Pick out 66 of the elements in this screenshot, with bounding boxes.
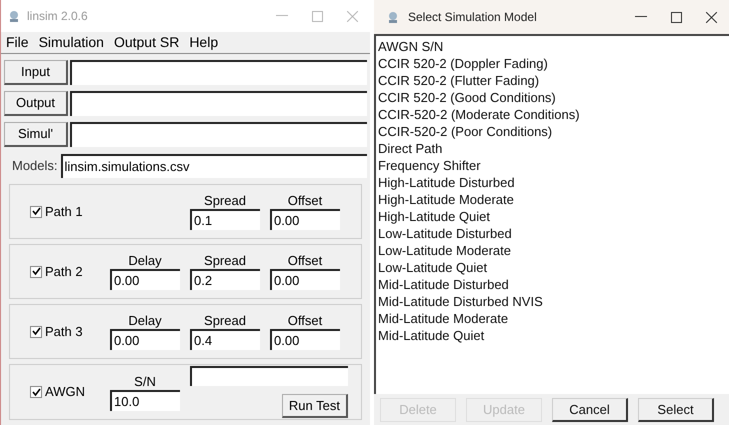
file-button[interactable]: Simul' [4, 122, 68, 147]
number-field[interactable]: 0.00 [270, 269, 340, 290]
window-title: Select Simulation Model [408, 9, 537, 26]
list-item[interactable]: High-Latitude Moderate [378, 191, 727, 208]
field-label: Offset [288, 313, 322, 329]
models-field[interactable]: linsim.simulations.csv [60, 154, 367, 178]
number-field[interactable]: 0.00 [110, 329, 180, 350]
number-field[interactable]: 0.1 [190, 209, 260, 230]
path-label: Path 3 [45, 322, 83, 341]
list-item[interactable]: CCIR-520-2 (Moderate Conditions) [378, 106, 727, 123]
list-item[interactable]: Mid-Latitude Quiet [378, 327, 727, 344]
field-label: Delay [128, 313, 162, 329]
list-item[interactable]: Mid-Latitude Disturbed [378, 276, 727, 293]
awgn-label: AWGN [45, 383, 85, 402]
number-field[interactable]: 10.0 [110, 390, 180, 410]
path-field[interactable] [70, 91, 367, 116]
menu-item[interactable]: File [6, 32, 29, 53]
close-icon[interactable] [706, 12, 717, 22]
field-label: Offset [288, 193, 322, 209]
dialog-button[interactable]: Cancel [552, 398, 628, 422]
number-field[interactable]: 0.4 [190, 329, 260, 350]
menu-item[interactable]: Simulation [38, 32, 104, 53]
maximize-icon[interactable] [671, 12, 682, 22]
list-item[interactable]: High-Latitude Disturbed [378, 174, 727, 191]
list-item[interactable]: Mid-Latitude Disturbed NVIS [378, 293, 727, 310]
dialog-button[interactable]: Select [638, 398, 714, 422]
field-label: Spread [204, 253, 246, 269]
path-field[interactable] [70, 60, 367, 85]
menu-item[interactable]: Help [189, 32, 218, 53]
path-field[interactable] [70, 122, 367, 147]
field-label: Offset [288, 253, 322, 269]
number-field[interactable]: 0.00 [270, 329, 340, 350]
window-title: linsim 2.0.6 [27, 8, 88, 25]
path-label: Path 1 [45, 202, 83, 221]
list-item[interactable]: Frequency Shifter [378, 157, 727, 174]
field-label: Spread [204, 193, 246, 209]
file-button[interactable]: Input [4, 60, 68, 85]
models-label: Models: [12, 156, 58, 175]
list-item[interactable]: CCIR 520-2 (Doppler Fading) [378, 55, 727, 72]
checkbox[interactable] [30, 266, 42, 278]
run-test-button[interactable]: Run Test [282, 394, 348, 418]
list-item[interactable]: High-Latitude Quiet [378, 208, 727, 225]
checkbox[interactable] [30, 206, 42, 218]
checkbox[interactable] [30, 386, 42, 398]
list-item[interactable]: AWGN S/N [378, 38, 727, 55]
app-icon [7, 9, 21, 23]
checkbox[interactable] [30, 326, 42, 338]
list-item[interactable]: Low-Latitude Moderate [378, 242, 727, 259]
number-field[interactable]: 0.2 [190, 269, 260, 290]
list-item[interactable]: Low-Latitude Disturbed [378, 225, 727, 242]
list-item[interactable]: CCIR-520-2 (Poor Conditions) [378, 123, 727, 140]
menu-item[interactable]: Output SR [114, 32, 180, 53]
field-label: Delay [128, 253, 162, 269]
list-item[interactable]: CCIR 520-2 (Flutter Fading) [378, 72, 727, 89]
list-item[interactable]: Low-Latitude Quiet [378, 259, 727, 276]
app-icon [386, 10, 400, 24]
list-item[interactable]: CCIR 520-2 (Good Conditions) [378, 89, 727, 106]
field-label: Spread [204, 313, 246, 329]
number-field[interactable]: 0.00 [270, 209, 340, 230]
path-label: Path 2 [45, 262, 83, 281]
list-item[interactable]: Mid-Latitude Moderate [378, 310, 727, 327]
field-label: S/N [134, 374, 156, 390]
file-button[interactable]: Output [4, 91, 68, 116]
list-item[interactable]: Direct Path [378, 140, 727, 157]
minimize-icon[interactable] [635, 16, 647, 18]
number-field[interactable]: 0.00 [110, 269, 180, 290]
